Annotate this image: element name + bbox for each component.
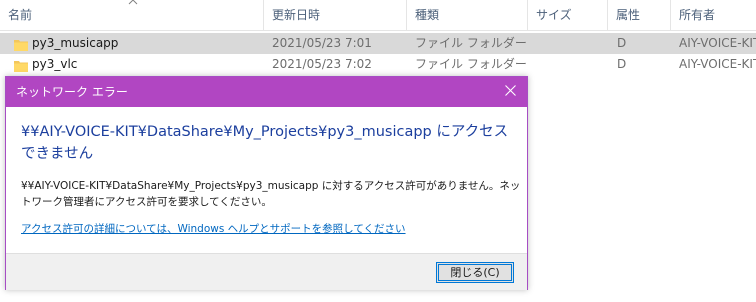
column-header-type-label: 種類 — [415, 8, 440, 22]
column-header-modified[interactable]: 更新日時 — [264, 0, 407, 30]
column-header-row: 名前 更新日時 種類 サイズ 属性 所有者 — [0, 0, 756, 31]
file-modified: 2021/05/23 7:02 — [272, 57, 372, 71]
folder-icon — [14, 58, 28, 72]
file-modified: 2021/05/23 7:01 — [272, 36, 372, 50]
close-button[interactable]: 閉じる(C) — [436, 262, 514, 283]
dialog-footer: 閉じる(C) — [6, 253, 527, 290]
file-type: ファイル フォルダー — [415, 57, 527, 71]
file-owner: AIY-VOICE-KIT — [679, 57, 756, 71]
column-header-name[interactable]: 名前 — [0, 0, 264, 30]
file-type: ファイル フォルダー — [415, 36, 527, 50]
column-header-size-label: サイズ — [536, 8, 572, 22]
column-header-type[interactable]: 種類 — [407, 0, 528, 30]
column-header-attributes-label: 属性 — [616, 8, 641, 22]
close-icon — [504, 85, 516, 99]
column-header-modified-label: 更新日時 — [272, 8, 321, 22]
main-instruction: ¥¥AIY-VOICE-KIT¥DataShare¥My_Projects¥py… — [21, 124, 509, 162]
file-row[interactable]: py3_musicapp 2021/05/23 7:01 ファイル フォルダー … — [0, 33, 756, 54]
sort-ascending-icon — [128, 0, 138, 7]
file-owner: AIY-VOICE-KIT — [679, 36, 756, 50]
dialog-close-button[interactable] — [493, 77, 527, 107]
dialog-titlebar[interactable]: ネットワーク エラー — [6, 77, 527, 107]
column-header-attributes[interactable]: 属性 — [608, 0, 671, 30]
file-row[interactable]: py3_vlc 2021/05/23 7:02 ファイル フォルダー D AIY… — [0, 54, 756, 75]
dialog-title: ネットワーク エラー — [16, 85, 128, 99]
dialog-content: ¥¥AIY-VOICE-KIT¥DataShare¥My_Projects¥py… — [21, 180, 521, 208]
column-header-owner-label: 所有者 — [679, 8, 716, 22]
file-attributes: D — [617, 36, 627, 50]
file-attributes: D — [617, 57, 627, 71]
file-name: py3_musicapp — [32, 36, 119, 50]
file-name: py3_vlc — [32, 57, 78, 71]
folder-icon — [14, 37, 28, 51]
help-link[interactable]: アクセス許可の詳細については、Windows ヘルプとサポートを参照してください — [21, 222, 521, 236]
network-error-dialog: ネットワーク エラー ¥¥AIY-VOICE-KIT¥DataShare¥My_… — [5, 76, 528, 290]
column-header-size[interactable]: サイズ — [528, 0, 608, 30]
column-header-name-label: 名前 — [8, 8, 33, 22]
column-header-owner[interactable]: 所有者 — [671, 0, 756, 30]
